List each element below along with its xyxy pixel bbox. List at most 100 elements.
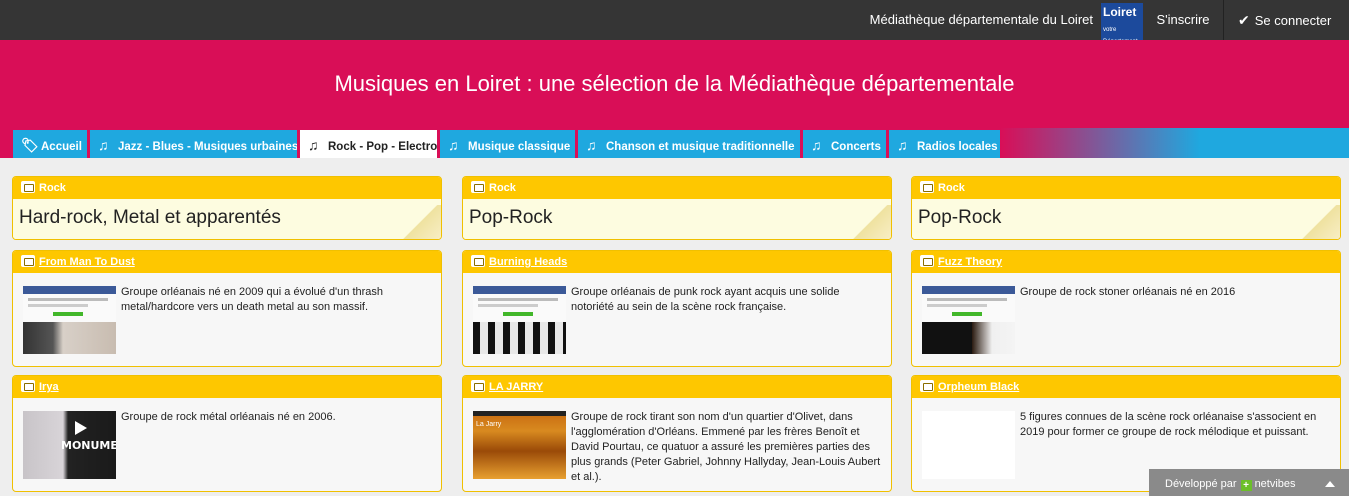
tab-chanson-trad[interactable]: ♫ Chanson et musique traditionnelle xyxy=(578,130,800,158)
loiret-logo[interactable]: Loiret votre Département xyxy=(1101,3,1143,40)
music-note-icon: ♫ xyxy=(811,137,822,153)
music-note-icon: ♫ xyxy=(308,137,319,153)
feed-thumbnail[interactable] xyxy=(922,411,1015,479)
feed-icon xyxy=(471,380,485,392)
card-header: LA JARRY xyxy=(463,376,891,398)
note-icon xyxy=(21,181,35,193)
feed-icon xyxy=(920,255,934,267)
feed-icon xyxy=(920,380,934,392)
site-name[interactable]: Médiathèque départementale du Loiret xyxy=(870,12,1093,27)
music-note-icon: ♫ xyxy=(586,137,597,153)
feed-description: Groupe de rock stoner orléanais né en 20… xyxy=(1020,286,1236,298)
tab-label: Jazz - Blues - Musiques urbaines xyxy=(118,141,297,153)
feed-body: Groupe orléanais né en 2009 qui a évolué… xyxy=(13,273,441,366)
netvibes-badge[interactable]: Développé par + netvibes xyxy=(1149,469,1349,496)
feed-title-link[interactable]: From Man To Dust xyxy=(39,256,135,268)
feed-description: 5 figures connues de la scène rock orléa… xyxy=(1020,411,1317,438)
feed-description: Groupe orléanais né en 2009 qui a évolué… xyxy=(121,286,384,313)
feed-thumbnail[interactable]: La Jarry xyxy=(473,411,566,479)
logo-text: Loiret xyxy=(1103,5,1137,19)
music-note-icon: ♫ xyxy=(448,137,459,153)
card-header: Rock xyxy=(912,177,1340,199)
page-curl xyxy=(851,205,891,239)
plus-icon: + xyxy=(1240,480,1252,491)
signup-button[interactable]: S'inscrire xyxy=(1143,0,1224,40)
music-note-icon: ♫ xyxy=(897,137,908,153)
tab-rock-pop-electro[interactable]: ♫ Rock - Pop - Electro xyxy=(300,130,437,158)
page-title: Musiques en Loiret : une sélection de la… xyxy=(334,71,1015,96)
title-card: Rock Pop-Rock xyxy=(462,176,892,240)
card-title: Pop-Rock xyxy=(912,199,1340,239)
feed-description: Groupe de rock métal orléanais né en 200… xyxy=(121,411,336,423)
feed-title-link[interactable]: Fuzz Theory xyxy=(938,256,1002,268)
thumbnail-caption: La Jarry xyxy=(476,421,502,428)
tag-icon: 🏷 xyxy=(21,137,39,153)
card-header: Orpheum Black xyxy=(912,376,1340,398)
music-note-icon: ♫ xyxy=(98,137,109,153)
feed-card: LA JARRY La Jarry Groupe de rock tirant … xyxy=(462,375,892,492)
feed-body: La Jarry Groupe de rock tirant son nom d… xyxy=(463,398,891,491)
login-button[interactable]: ✔ Se connecter xyxy=(1226,0,1349,40)
feed-thumbnail[interactable] xyxy=(922,286,1015,354)
top-bar: Médiathèque départementale du Loiret Loi… xyxy=(0,0,1349,40)
tab-bar: 🏷 Accueil ♫ Jazz - Blues - Musiques urbain… xyxy=(0,128,1349,158)
feed-title-link[interactable]: Burning Heads xyxy=(489,256,567,268)
card-title-text: Hard-rock, Metal et apparentés xyxy=(19,207,281,228)
note-icon xyxy=(471,181,485,193)
check-icon: ✔ xyxy=(1238,12,1250,28)
card-title: Pop-Rock xyxy=(463,199,891,239)
tab-musique-classique[interactable]: ♫ Musique classique xyxy=(440,130,575,158)
feed-icon xyxy=(21,380,35,392)
page-curl xyxy=(401,205,441,239)
feed-thumbnail[interactable]: MONUMENT xyxy=(23,411,116,479)
card-header-label: Rock xyxy=(938,182,965,194)
tab-label: Musique classique xyxy=(468,141,571,153)
tab-accueil[interactable]: 🏷 Accueil xyxy=(13,130,87,158)
card-header: Irya xyxy=(13,376,441,398)
feed-title-link[interactable]: LA JARRY xyxy=(489,381,543,393)
card-title-text: Pop-Rock xyxy=(469,207,553,228)
netvibes-brand: netvibes xyxy=(1254,478,1296,490)
feed-card: Irya MONUMENT Groupe de rock métal orléa… xyxy=(12,375,442,492)
thumbnail-caption: MONUMENT xyxy=(61,439,116,452)
tab-label: Chanson et musique traditionnelle xyxy=(606,141,795,153)
card-header: From Man To Dust xyxy=(13,251,441,273)
feed-title-link[interactable]: Orpheum Black xyxy=(938,381,1019,393)
feed-title-link[interactable]: Irya xyxy=(39,381,59,393)
card-header-label: Rock xyxy=(39,182,66,194)
feed-icon xyxy=(21,255,35,267)
note-icon xyxy=(920,181,934,193)
feed-body: Groupe orléanais de punk rock ayant acqu… xyxy=(463,273,891,366)
tab-label: Accueil xyxy=(41,141,82,153)
tab-label: Rock - Pop - Electro xyxy=(328,141,437,153)
feed-card: From Man To Dust Groupe orléanais né en … xyxy=(12,250,442,367)
title-card: Rock Hard-rock, Metal et apparentés xyxy=(12,176,442,240)
card-header: Rock xyxy=(13,177,441,199)
logo-subtext: votre Département xyxy=(1103,27,1138,40)
feed-thumbnail[interactable] xyxy=(473,286,566,354)
page-curl xyxy=(1300,205,1340,239)
card-title-text: Pop-Rock xyxy=(918,207,1002,228)
tab-radios-locales[interactable]: ♫ Radios locales xyxy=(889,130,1000,158)
card-header-label: Rock xyxy=(489,182,516,194)
tab-jazz-blues[interactable]: ♫ Jazz - Blues - Musiques urbaines xyxy=(90,130,297,158)
login-label: Se connecter xyxy=(1254,13,1332,28)
caret-up-icon[interactable] xyxy=(1325,481,1335,487)
title-card: Rock Pop-Rock xyxy=(911,176,1341,240)
card-header: Rock xyxy=(463,177,891,199)
card-title: Hard-rock, Metal et apparentés xyxy=(13,199,441,239)
feed-icon xyxy=(471,255,485,267)
feed-description: Groupe de rock tirant son nom d'un quart… xyxy=(571,411,881,483)
tab-concerts[interactable]: ♫ Concerts xyxy=(803,130,886,158)
play-icon xyxy=(75,421,87,435)
card-header: Fuzz Theory xyxy=(912,251,1340,273)
feed-card: Burning Heads Groupe orléanais de punk r… xyxy=(462,250,892,367)
feed-thumbnail[interactable] xyxy=(23,286,116,354)
powered-by-label: Développé par xyxy=(1165,478,1237,490)
feed-description: Groupe orléanais de punk rock ayant acqu… xyxy=(571,286,840,313)
tab-label: Radios locales xyxy=(917,141,998,153)
feed-card: Fuzz Theory Groupe de rock stoner orléan… xyxy=(911,250,1341,367)
feed-body: MONUMENT Groupe de rock métal orléanais … xyxy=(13,398,441,491)
feed-body: Groupe de rock stoner orléanais né en 20… xyxy=(912,273,1340,366)
card-header: Burning Heads xyxy=(463,251,891,273)
